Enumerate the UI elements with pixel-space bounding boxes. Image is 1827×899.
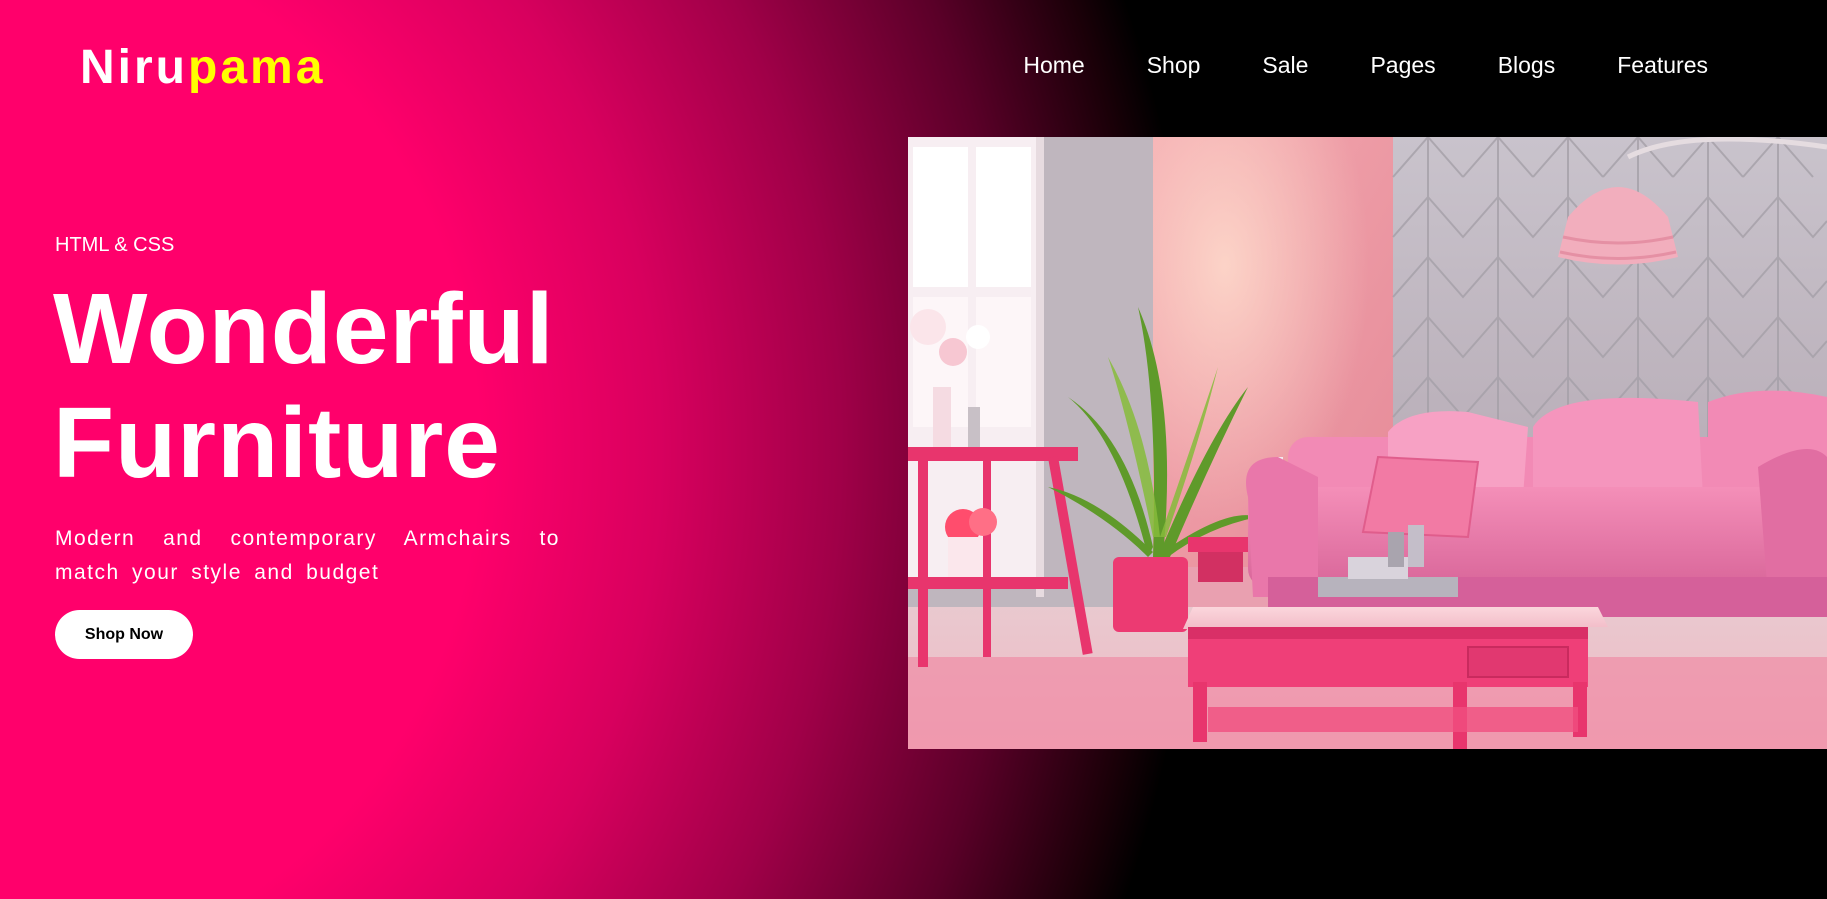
- nav-item-sale[interactable]: Sale: [1262, 52, 1308, 79]
- nav-item-home[interactable]: Home: [1023, 52, 1084, 79]
- nav-item-shop[interactable]: Shop: [1147, 52, 1201, 79]
- hero-headline: Wonderful Furniture: [53, 272, 555, 500]
- brand-logo-part2: pama: [188, 41, 326, 94]
- hero-living-room-image: [908, 137, 1827, 749]
- hero-headline-line1: Wonderful: [53, 273, 555, 385]
- hero-page: Nirupama Home Shop Sale Pages Blogs Feat…: [0, 0, 1827, 899]
- brand-logo-part1: Niru: [80, 41, 188, 94]
- nav-item-features[interactable]: Features: [1617, 52, 1708, 79]
- brand-logo[interactable]: Nirupama: [80, 40, 325, 95]
- shop-now-button[interactable]: Shop Now: [55, 610, 193, 659]
- hero-headline-line2: Furniture: [53, 387, 501, 499]
- nav-item-pages[interactable]: Pages: [1370, 52, 1435, 79]
- hero-eyebrow: HTML & CSS: [55, 234, 175, 256]
- hero-subtext: Modern and contemporary Armchairs to mat…: [55, 527, 560, 584]
- nav-item-blogs[interactable]: Blogs: [1498, 52, 1556, 79]
- main-nav: Home Shop Sale Pages Blogs Features: [961, 52, 1708, 79]
